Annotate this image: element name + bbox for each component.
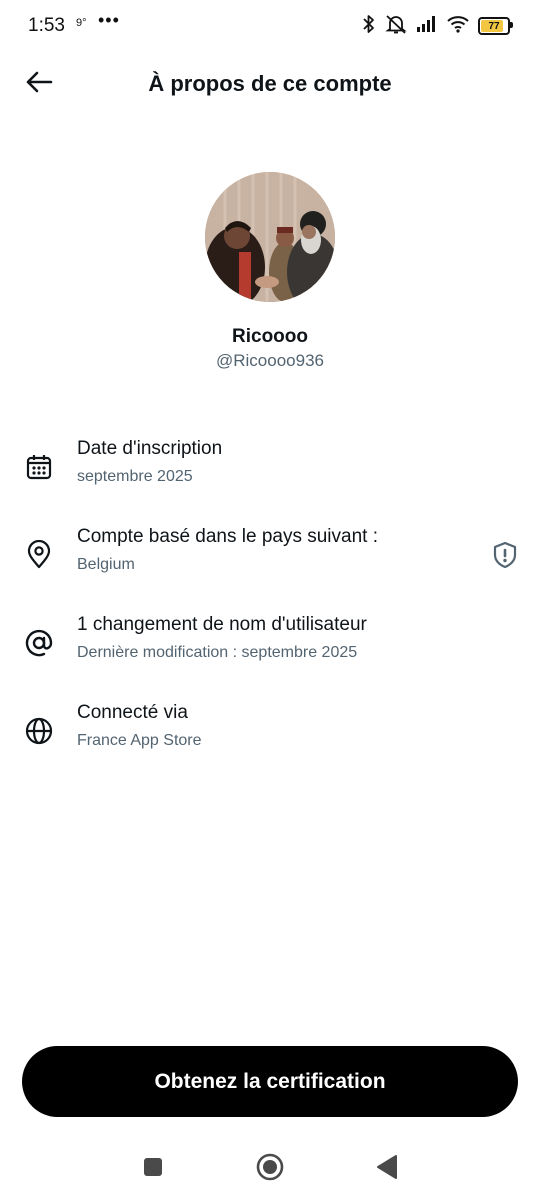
system-nav-bar (0, 1140, 540, 1199)
battery-icon: 77 (478, 17, 513, 35)
detail-subtitle: Belgium (77, 556, 135, 573)
avatar-photo (205, 172, 335, 302)
page-title: À propos de ce compte (148, 71, 392, 96)
detail-title: Date d'inscription (77, 438, 223, 459)
detail-title: Compte basé dans le pays suivant : (77, 526, 379, 547)
detail-username-changes: 1 changement de nom d'utilisateur Derniè… (0, 614, 540, 674)
battery-level: 77 (488, 20, 500, 32)
get-verified-button[interactable]: Obtenez la certification (22, 1046, 518, 1117)
status-more-dots: ••• (98, 10, 120, 30)
square-icon[interactable] (138, 1152, 168, 1182)
calendar-icon (22, 450, 56, 484)
wifi-icon (447, 15, 469, 38)
detail-subtitle: France App Store (77, 732, 202, 749)
home-circle-icon[interactable] (255, 1152, 285, 1182)
muted-bell-icon (385, 14, 407, 39)
username-handle: @Ricoooo936 (216, 351, 324, 370)
status-time: 1:53 (28, 15, 65, 36)
status-bar: 1:53 9° ••• 77 (0, 0, 540, 52)
detail-subtitle: Dernière modification : septembre 2025 (77, 644, 358, 661)
status-icons: 77 (362, 14, 513, 39)
detail-country: Compte basé dans le pays suivant : Belgi… (0, 526, 540, 586)
header: À propos de ce compte (0, 60, 540, 108)
detail-title: 1 changement de nom d'utilisateur (77, 614, 367, 635)
shield-alert-icon[interactable] (490, 539, 520, 571)
back-triangle-icon[interactable] (372, 1152, 402, 1182)
detail-join-date: Date d'inscription septembre 2025 (0, 438, 540, 498)
bluetooth-icon (362, 14, 376, 39)
detail-connected-via: Connecté via France App Store (0, 702, 540, 762)
detail-title: Connecté via (77, 702, 188, 723)
display-name: Ricoooo (232, 326, 308, 347)
detail-subtitle: septembre 2025 (77, 468, 193, 485)
avatar[interactable] (205, 172, 335, 302)
globe-icon (22, 714, 56, 748)
status-indicator: 9° (76, 17, 87, 29)
at-sign-icon (22, 626, 56, 660)
signal-icon (416, 15, 438, 38)
location-pin-icon (22, 538, 56, 572)
